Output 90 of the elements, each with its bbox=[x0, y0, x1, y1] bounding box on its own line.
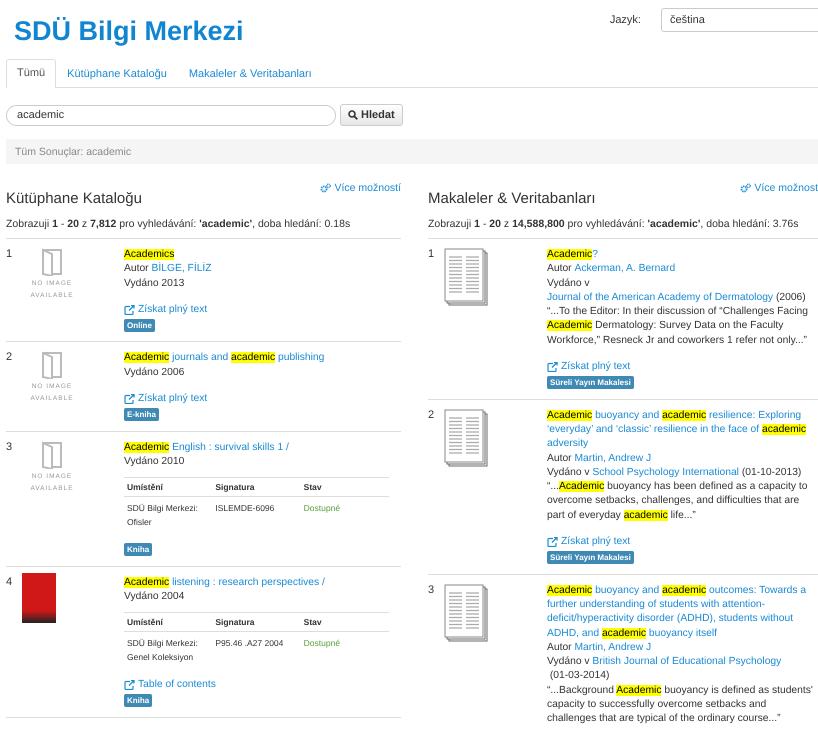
result-title-link[interactable]: Academic buoyancy and academic outcomes: Towards a further understanding of students with attention-deficit/hyperactivity disorder (ADHD), students without ADHD, and academic buoyancy itself bbox=[547, 584, 818, 641]
detail-text: Autor bbox=[547, 640, 573, 655]
external-link-icon bbox=[547, 537, 558, 548]
book-cover-placeholder bbox=[22, 572, 56, 623]
result-title-link[interactable]: Academic English : survival skills 1 / bbox=[124, 440, 401, 455]
search-icon bbox=[348, 110, 358, 120]
column-header: Stav bbox=[300, 478, 389, 497]
result-number: 1 bbox=[428, 248, 436, 262]
breadcrumb-text: Tüm Sonuçlar: academic bbox=[6, 139, 818, 164]
detail-link[interactable]: School Psychology International bbox=[592, 466, 739, 480]
result-title-link[interactable]: Academics bbox=[124, 248, 401, 262]
column-header: Stav bbox=[300, 612, 389, 632]
gear-icon bbox=[740, 183, 752, 193]
table-cell: SDÜ Bilgi Merkezi: Ofisler bbox=[124, 496, 212, 532]
result-snippet: “...To the Editor: In their discussion of “Challenges Facing Academic Dermatology: Survey Data on the Faculty Workforce,” Resneck Jr and coworkers 1 refer not only...” bbox=[547, 305, 809, 348]
site-logo: SDÜ Bilgi Merkezi bbox=[14, 15, 244, 48]
result-title-link[interactable]: Academic buoyancy and academic resilience: Exploring ‘everyday’ and ‘classic’ resilience in the face of academic adversity bbox=[547, 408, 818, 452]
detail-link[interactable]: Martin, Andrew J bbox=[574, 640, 652, 656]
detail-text: Vydáno v bbox=[547, 655, 591, 670]
search-field[interactable]: academic bbox=[6, 104, 336, 126]
detail-text: Autor bbox=[547, 262, 573, 276]
results-summary: Zobrazuji 1 - 20 z 7,812 pro vyhledávání: 'academic', doba hledání: 0.18s bbox=[6, 218, 401, 239]
external-link-icon bbox=[124, 680, 135, 690]
book-placeholder-icon bbox=[41, 248, 63, 276]
detail-link[interactable]: British Journal of Educational Psychology bbox=[592, 655, 782, 670]
language-label: Jazyk: bbox=[610, 14, 641, 26]
result-title-link[interactable]: Academic listening : research perspectives / bbox=[124, 576, 401, 590]
table-cell: P95.46 .A27 2004 bbox=[212, 632, 301, 666]
column-header: Signatura bbox=[212, 612, 301, 632]
more-options-link[interactable]: Více možností bbox=[320, 182, 401, 194]
result-number: 3 bbox=[428, 584, 436, 598]
full-text-link[interactable]: Získat plný text bbox=[547, 535, 630, 550]
full-text-link[interactable]: Získat plný text bbox=[124, 392, 208, 406]
gear-icon bbox=[320, 183, 332, 193]
result-snippet: “...Academic buoyancy has been defined as a capacity to overcome setbacks, challenges, and difficulties that are part of everyday academic life...” bbox=[547, 480, 808, 523]
document-stack-icon bbox=[444, 408, 489, 467]
detail-text: (01-03-2014) bbox=[548, 669, 610, 684]
result-title-link[interactable]: Academic journals and academic publishing bbox=[124, 351, 401, 366]
tab[interactable]: Makaleler & Veritabanları bbox=[178, 60, 323, 88]
detail-link[interactable]: Journal of the American Academy of Dermatology bbox=[547, 290, 774, 306]
result-number: 1 bbox=[6, 248, 14, 262]
book-placeholder-icon bbox=[41, 440, 63, 469]
format-label: Kniha bbox=[124, 543, 152, 556]
status-text: Dostupné bbox=[300, 496, 389, 532]
format-label: Süreli Yayın Makalesi bbox=[547, 551, 634, 564]
full-text-link[interactable]: Table of contents bbox=[124, 678, 216, 692]
tab[interactable]: Kütüphane Kataloğu bbox=[56, 60, 178, 88]
detail-text: (01-10-2013) bbox=[740, 466, 802, 480]
document-stack-icon bbox=[444, 584, 489, 642]
result-number: 3 bbox=[6, 440, 14, 455]
tab[interactable]: Tümü bbox=[6, 59, 56, 88]
format-label: Süreli Yayın Makalesi bbox=[547, 376, 634, 390]
format-label: E-kniha bbox=[124, 408, 159, 422]
column-header: Umístění bbox=[124, 478, 212, 497]
result-title-link[interactable]: Academic? bbox=[547, 248, 818, 262]
detail-text: Vydáno v bbox=[547, 276, 591, 291]
search-button[interactable]: Hledat bbox=[340, 104, 403, 126]
more-options-link[interactable]: Více možnost bbox=[740, 182, 818, 194]
detail-text: Vydáno 2006 bbox=[124, 366, 184, 380]
detail-text: Vydáno 2004 bbox=[124, 590, 184, 604]
book-placeholder-icon bbox=[41, 351, 63, 380]
section-title: Makaleler & Veritabanları bbox=[428, 190, 596, 207]
detail-text: Autor bbox=[124, 262, 150, 276]
detail-text: Vydáno 2013 bbox=[124, 276, 184, 291]
detail-text: Vydáno v bbox=[547, 466, 591, 480]
column-header: Signatura bbox=[212, 478, 301, 497]
external-link-icon bbox=[124, 394, 135, 404]
detail-text: (2006) bbox=[774, 290, 806, 305]
result-number: 2 bbox=[6, 351, 14, 366]
detail-link[interactable]: Ackerman, A. Bernard bbox=[574, 262, 676, 277]
result-number: 2 bbox=[428, 408, 436, 423]
table-cell: SDÜ Bilgi Merkezi: Genel Koleksiyon bbox=[124, 632, 212, 666]
table-cell: ISLEMDE-6096 bbox=[212, 496, 301, 532]
detail-link[interactable]: BİLGE, FİLİZ bbox=[151, 262, 212, 277]
full-text-link[interactable]: Získat plný text bbox=[547, 360, 630, 374]
detail-text: Autor bbox=[547, 452, 573, 466]
detail-text: Vydáno 2010 bbox=[124, 454, 184, 469]
format-label: Online bbox=[124, 319, 155, 332]
format-label: Kniha bbox=[124, 694, 152, 708]
column-header: Umístění bbox=[124, 612, 212, 632]
language-select[interactable]: čeština bbox=[661, 8, 818, 32]
result-number: 4 bbox=[6, 576, 14, 590]
document-stack-icon bbox=[444, 248, 489, 306]
full-text-link[interactable]: Získat plný text bbox=[124, 302, 208, 318]
external-link-icon bbox=[124, 305, 135, 316]
results-summary: Zobrazuji 1 - 20 z 14,588,800 pro vyhledávání: 'academic', doba hledání: 3.76s bbox=[428, 218, 818, 239]
status-text: Dostupné bbox=[300, 632, 389, 666]
detail-link[interactable]: Martin, Andrew J bbox=[574, 452, 652, 466]
external-link-icon bbox=[547, 362, 558, 372]
section-title: Kütüphane Kataloğu bbox=[6, 190, 142, 207]
